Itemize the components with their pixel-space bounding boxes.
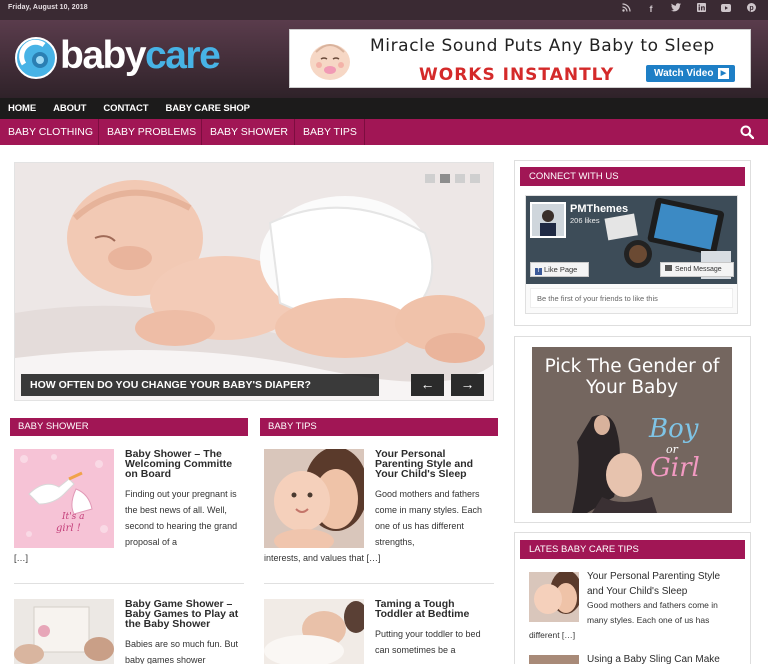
watch-video-label: Watch Video — [654, 68, 714, 79]
widget-title-latest: LATES BABY CARE TIPS — [520, 540, 745, 559]
sidebar-post-thumbnail[interactable] — [529, 655, 579, 664]
logo-part-care: care — [145, 34, 221, 77]
header-ad-banner[interactable]: Miracle Sound Puts Any Baby to Sleep WOR… — [289, 29, 751, 88]
ad-subline: WORKS INSTANTLY — [419, 65, 615, 85]
post-thumbnail[interactable]: It's a girl ! — [14, 449, 114, 548]
nav-baby-problems[interactable]: BABY PROBLEMS — [99, 119, 202, 145]
logo-part-baby: baby — [60, 34, 147, 77]
slider-prev-button[interactable]: ← — [411, 374, 444, 396]
logo-emblem-icon — [15, 37, 57, 79]
sidebar-post-title[interactable]: Your Personal Parenting Style and Your C… — [587, 569, 737, 599]
watch-video-button[interactable]: Watch Video ▶ — [646, 65, 735, 82]
nav-baby-care-shop[interactable]: BABY CARE SHOP — [165, 103, 250, 114]
post-thumbnail[interactable] — [264, 599, 364, 664]
banner-girl-text: Girl — [650, 453, 700, 483]
facebook-page-name[interactable]: PMThemes — [570, 203, 628, 215]
featured-slider[interactable]: HOW OFTEN DO YOU CHANGE YOUR BABY'S DIAP… — [14, 162, 494, 401]
linkedin-icon[interactable] — [696, 3, 706, 15]
arrow-left-icon: ← — [420, 376, 435, 392]
youtube-icon[interactable] — [721, 3, 731, 15]
nav-baby-shower[interactable]: BABY SHOWER — [202, 119, 295, 145]
search-icon[interactable] — [740, 125, 755, 144]
current-date: Friday, August 10, 2018 — [8, 4, 88, 11]
mother-baby-image-icon — [264, 449, 364, 548]
sidebar-post-thumbnail[interactable] — [529, 572, 579, 622]
mother-baby-image-icon — [529, 572, 579, 622]
rss-icon[interactable] — [621, 3, 631, 15]
sidebar-post-excerpt-continued: different […] — [529, 630, 576, 640]
post-thumbnail[interactable] — [264, 449, 364, 548]
page-avatar — [530, 202, 566, 238]
toddler-bed-image-icon — [264, 599, 364, 664]
logo-wordmark: babycare — [60, 34, 221, 78]
read-more-link[interactable]: […] — [14, 550, 54, 566]
like-page-label: Like Page — [544, 265, 578, 274]
site-header: babycare Miracle Sound Puts Any Baby to … — [0, 20, 768, 98]
nav-baby-clothing[interactable]: BABY CLOTHING — [0, 119, 99, 145]
post-excerpt: Good mothers and fathers come in many st… — [375, 489, 483, 547]
primary-nav: HOME ABOUT CONTACT BABY CARE SHOP — [0, 98, 768, 119]
facebook-like-count: 206 likes — [570, 216, 600, 225]
nav-contact[interactable]: CONTACT — [103, 103, 148, 114]
slider-caption[interactable]: HOW OFTEN DO YOU CHANGE YOUR BABY'S DIAP… — [21, 374, 379, 396]
baby-face-icon — [310, 44, 350, 80]
category-nav: BABY CLOTHING BABY PROBLEMS BABY SHOWER … — [0, 119, 768, 145]
slide-image-sleeping-baby — [15, 163, 493, 400]
divider — [264, 583, 494, 584]
baby-game-image-icon — [14, 599, 114, 664]
post-excerpt: Putting your toddler to bed can sometime… — [375, 629, 481, 655]
sidebar-post-excerpt: Good mothers and fathers come in many st… — [587, 600, 718, 625]
social-links: f p — [621, 3, 756, 15]
play-arrow-icon: ▶ — [718, 68, 729, 79]
slider-dot-active[interactable] — [440, 174, 450, 183]
post-title[interactable]: Taming a Tough Toddler at Bedtime — [375, 599, 493, 620]
slider-dot[interactable] — [470, 174, 480, 183]
divider — [14, 583, 244, 584]
widget-title-connect: CONNECT WITH US — [520, 167, 745, 186]
ad-headline: Miracle Sound Puts Any Baby to Sleep — [370, 36, 715, 56]
like-page-button[interactable]: f Like Page — [530, 262, 589, 277]
nav-baby-tips[interactable]: BABY TIPS — [295, 119, 365, 145]
arrow-right-icon: → — [460, 376, 475, 392]
slider-pagination — [425, 174, 480, 183]
messenger-icon — [665, 265, 672, 271]
post-excerpt-continued: interests, and values that […] — [264, 553, 381, 563]
post-title[interactable]: Baby Game Shower – Baby Games to Play at… — [125, 599, 243, 630]
gender-ad-banner[interactable]: Pick The Gender of Your Baby Boy or Girl — [532, 347, 732, 513]
slider-dot[interactable] — [425, 174, 435, 183]
facebook-friends-text: Be the first of your friends to like thi… — [530, 288, 733, 308]
post-thumbnail[interactable] — [14, 599, 114, 664]
twitter-icon[interactable] — [671, 3, 681, 15]
send-message-label: Send Message — [675, 266, 722, 273]
post-excerpt: Finding out your pregnant is the best ne… — [125, 489, 238, 547]
svg-text:It's a: It's a — [61, 512, 85, 522]
sidebar-post-title[interactable]: Using a Baby Sling Can Make — [587, 652, 737, 664]
banner-title: Pick The Gender of Your Baby — [544, 356, 720, 398]
send-message-button[interactable]: Send Message — [660, 262, 734, 277]
facebook-icon[interactable]: f — [646, 3, 656, 15]
post-excerpt: Babies are so much fun. But baby games s… — [125, 639, 239, 664]
slider-next-button[interactable]: → — [451, 374, 484, 396]
post-title[interactable]: Baby Shower – The Welcoming Committe on … — [125, 449, 243, 480]
section-title-baby-tips[interactable]: BABY TIPS — [260, 418, 498, 436]
banner-boy-text: Boy — [649, 414, 699, 444]
svg-text:p: p — [749, 5, 753, 12]
svg-text:girl !: girl ! — [56, 523, 81, 534]
facebook-icon: f — [535, 268, 542, 275]
section-title-baby-shower[interactable]: BABY SHOWER — [10, 418, 248, 436]
facebook-cover: PMThemes 206 likes f Like Page Send Messa… — [526, 196, 737, 284]
stork-girl-card-icon: It's a girl ! — [14, 449, 114, 548]
pinterest-icon[interactable]: p — [746, 3, 756, 15]
post-title[interactable]: Your Personal Parenting Style and Your C… — [375, 449, 493, 480]
top-bar: Friday, August 10, 2018 f p — [0, 0, 768, 20]
nav-about[interactable]: ABOUT — [53, 103, 86, 114]
nav-home[interactable]: HOME — [8, 103, 36, 114]
facebook-page-plugin[interactable]: PMThemes 206 likes f Like Page Send Messa… — [525, 195, 738, 314]
slider-dot[interactable] — [455, 174, 465, 183]
site-logo[interactable]: babycare — [14, 34, 224, 90]
